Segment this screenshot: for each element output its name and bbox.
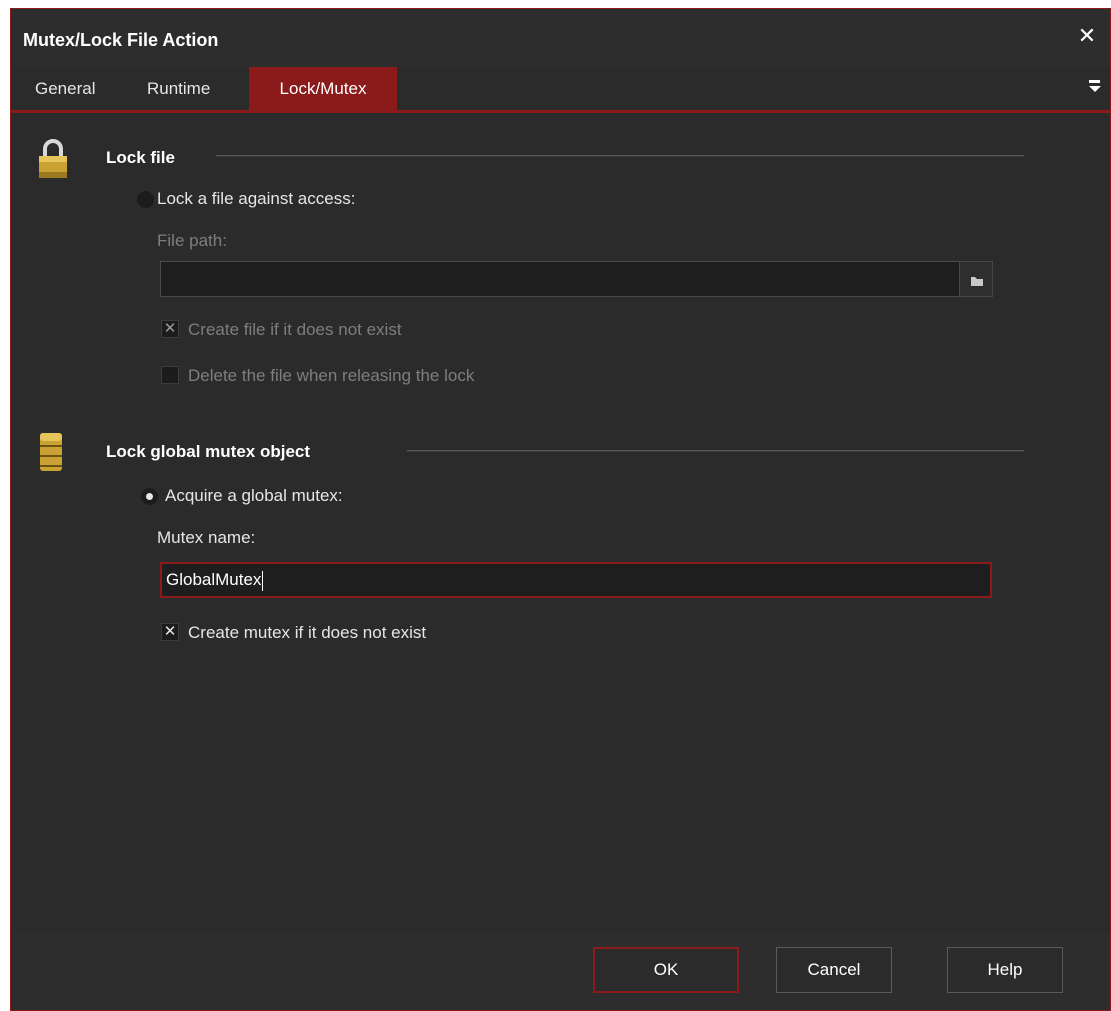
browse-folder-button[interactable] [959, 261, 993, 297]
lock-file-radio-label: Lock a file against access: [157, 189, 356, 208]
create-file-checkbox[interactable]: ✕ [161, 320, 179, 338]
tab-lock-mutex[interactable]: Lock/Mutex [249, 67, 397, 110]
mutex-lock-dialog: Mutex/Lock File Action ✕ General Runtime… [10, 8, 1111, 1011]
padlock-icon [39, 139, 67, 178]
tab-bar: General Runtime Lock/Mutex [11, 67, 1110, 113]
close-icon[interactable]: ✕ [1076, 25, 1098, 47]
cancel-button[interactable]: Cancel [776, 947, 892, 993]
lock-file-radio[interactable] [137, 191, 154, 208]
create-mutex-label: Create mutex if it does not exist [188, 623, 427, 642]
folder-icon [971, 277, 983, 286]
acquire-mutex-label: Acquire a global mutex: [165, 486, 343, 505]
tab-runtime[interactable]: Runtime [133, 67, 224, 110]
mutex-heading: Lock global mutex object [106, 442, 311, 461]
create-mutex-checkbox[interactable]: ✕ [161, 623, 179, 641]
acquire-mutex-radio[interactable] [141, 488, 158, 505]
tab-overflow-menu-icon[interactable] [1088, 77, 1102, 97]
lock-file-divider [216, 155, 1024, 157]
file-path-label: File path: [157, 231, 227, 250]
help-button[interactable]: Help [947, 947, 1063, 993]
lock-file-heading: Lock file [106, 148, 175, 167]
file-path-input[interactable] [160, 261, 960, 297]
delete-file-checkbox[interactable] [161, 366, 179, 384]
mutex-name-value: GlobalMutex [166, 570, 262, 589]
create-file-label: Create file if it does not exist [188, 320, 402, 339]
delete-file-label: Delete the file when releasing the lock [188, 366, 475, 385]
ok-button[interactable]: OK [593, 947, 739, 993]
dialog-title: Mutex/Lock File Action [23, 30, 219, 50]
tab-general[interactable]: General [21, 67, 109, 110]
database-icon [40, 433, 62, 471]
mutex-name-input[interactable]: GlobalMutex [160, 562, 992, 598]
text-caret [262, 570, 264, 591]
mutex-divider [407, 450, 1024, 452]
dialog-footer: OK Cancel Help [11, 932, 1110, 1010]
title-bar: Mutex/Lock File Action ✕ [11, 9, 1110, 67]
mutex-name-label: Mutex name: [157, 528, 256, 547]
